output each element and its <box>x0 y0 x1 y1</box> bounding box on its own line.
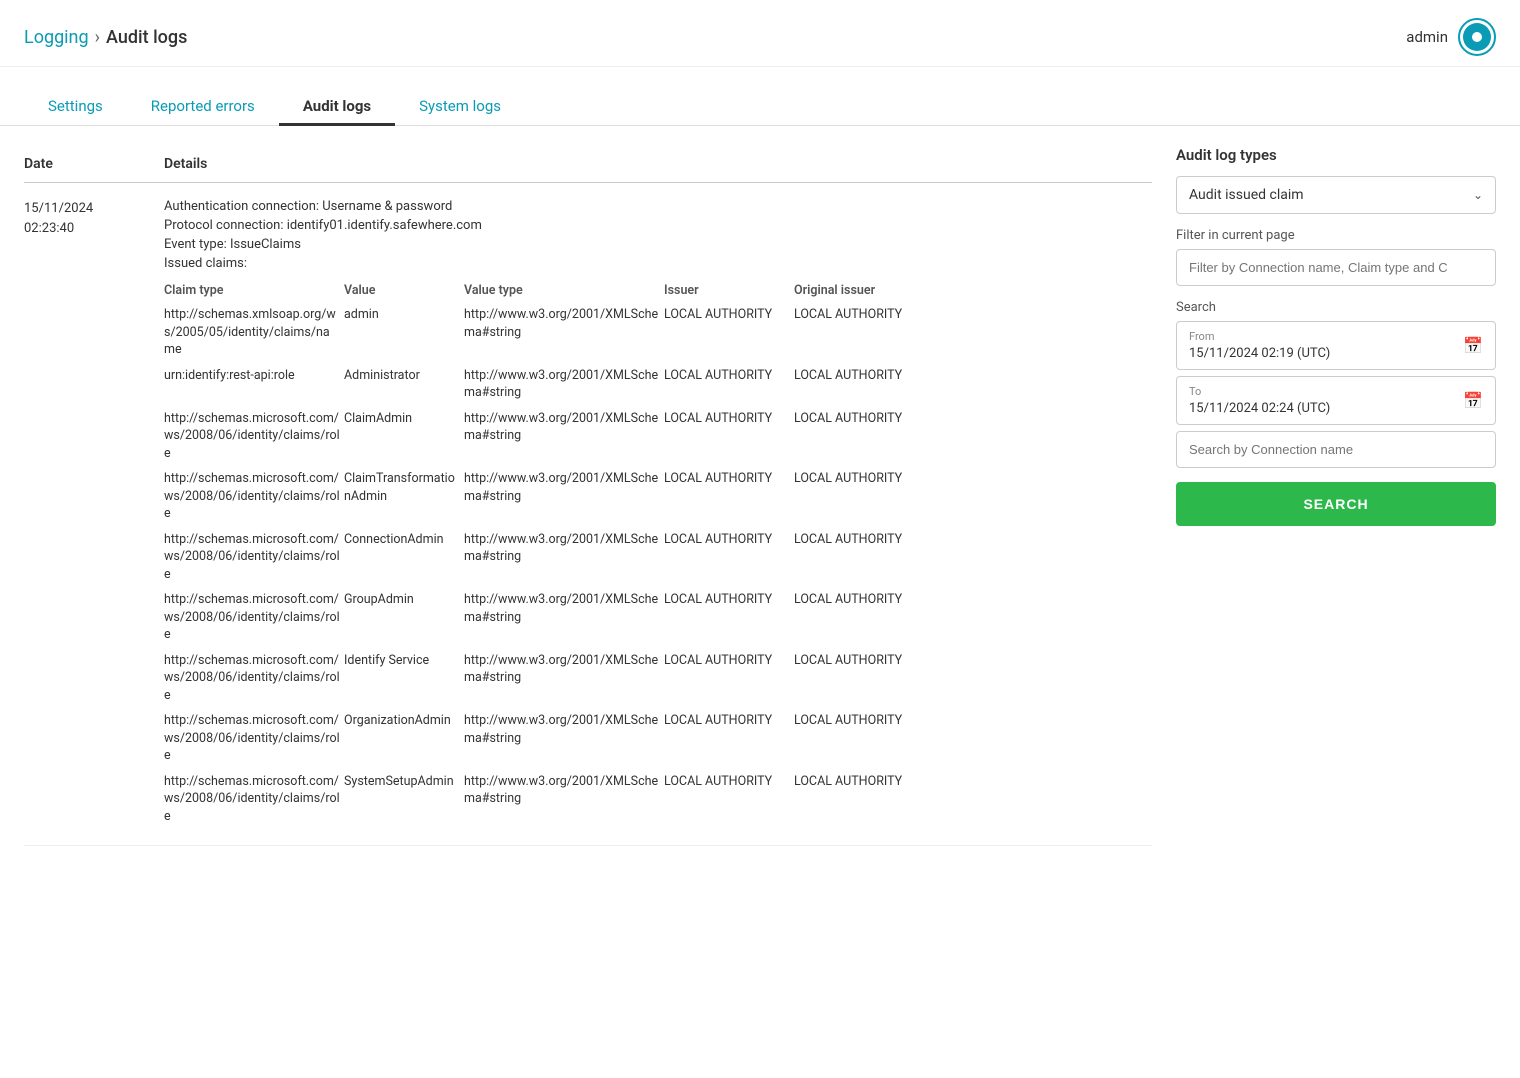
claim-value-7: Identify Service <box>344 648 464 709</box>
log-date: 15/11/202402:23:40 <box>24 199 164 238</box>
claim-type-8: http://schemas.microsoft.com/ws/2008/06/… <box>164 708 344 769</box>
user-name: admin <box>1406 28 1448 46</box>
claim-type-5: http://schemas.microsoft.com/ws/2008/06/… <box>164 527 344 588</box>
claim-type-2: urn:identify:rest-api:role <box>164 363 344 406</box>
protocol-connection: Protocol connection: identify01.identify… <box>164 218 1152 233</box>
tab-settings[interactable]: Settings <box>24 87 127 125</box>
breadcrumb-current: Audit logs <box>106 27 187 48</box>
from-date-content: From 15/11/2024 02:19 (UTC) <box>1189 330 1330 361</box>
calendar-icon-to[interactable]: 📅 <box>1463 391 1483 410</box>
dropdown-value: Audit issued claim <box>1189 187 1304 203</box>
tab-audit-logs[interactable]: Audit logs <box>279 87 395 125</box>
issued-claims-table: Claim type Value Value type Issuer Origi… <box>164 279 1152 829</box>
claim-type-6: http://schemas.microsoft.com/ws/2008/06/… <box>164 587 344 648</box>
log-entry: 15/11/202402:23:40 Authentication connec… <box>24 183 1152 846</box>
claim-issuer-8: LOCAL AUTHORITY <box>664 708 794 769</box>
claim-orig-issuer-9: LOCAL AUTHORITY <box>794 769 944 830</box>
to-date-content: To 15/11/2024 02:24 (UTC) <box>1189 385 1330 416</box>
tab-reported-errors[interactable]: Reported errors <box>127 87 279 125</box>
claim-value-type-9: http://www.w3.org/2001/XMLSchema#string <box>464 769 664 830</box>
claim-orig-issuer-3: LOCAL AUTHORITY <box>794 406 944 467</box>
search-button[interactable]: SEARCH <box>1176 482 1496 526</box>
log-details: Authentication connection: Username & pa… <box>164 199 1152 829</box>
event-type: Event type: IssueClaims <box>164 237 1152 252</box>
calendar-icon-from[interactable]: 📅 <box>1463 336 1483 355</box>
main-content: Date Details 15/11/202402:23:40 Authenti… <box>0 126 1520 866</box>
claim-issuer-2: LOCAL AUTHORITY <box>664 363 794 406</box>
header: Logging › Audit logs admin <box>0 0 1520 67</box>
claim-type-3: http://schemas.microsoft.com/ws/2008/06/… <box>164 406 344 467</box>
claim-issuer-3: LOCAL AUTHORITY <box>664 406 794 467</box>
avatar[interactable] <box>1458 18 1496 56</box>
claim-value-5: ConnectionAdmin <box>344 527 464 588</box>
claim-orig-issuer-1: LOCAL AUTHORITY <box>794 302 944 363</box>
claim-value-6: GroupAdmin <box>344 587 464 648</box>
claim-type-4: http://schemas.microsoft.com/ws/2008/06/… <box>164 466 344 527</box>
from-label: From <box>1189 330 1330 343</box>
claim-type-9: http://schemas.microsoft.com/ws/2008/06/… <box>164 769 344 830</box>
breadcrumb-separator: › <box>95 27 100 48</box>
claim-value-type-5: http://www.w3.org/2001/XMLSchema#string <box>464 527 664 588</box>
to-date-field[interactable]: To 15/11/2024 02:24 (UTC) 📅 <box>1176 376 1496 425</box>
claim-orig-issuer-4: LOCAL AUTHORITY <box>794 466 944 527</box>
claim-col-issuer: Issuer <box>664 279 794 302</box>
claim-type-1: http://schemas.xmlsoap.org/ws/2005/05/id… <box>164 302 344 363</box>
sidebar: Audit log types Audit issued claim ⌄ Fil… <box>1176 146 1496 846</box>
claim-issuer-5: LOCAL AUTHORITY <box>664 527 794 588</box>
audit-log-types-title: Audit log types <box>1176 146 1496 164</box>
connection-search-input[interactable] <box>1176 431 1496 468</box>
claim-issuer-6: LOCAL AUTHORITY <box>664 587 794 648</box>
claim-issuer-1: LOCAL AUTHORITY <box>664 302 794 363</box>
claim-orig-issuer-7: LOCAL AUTHORITY <box>794 648 944 709</box>
audit-log-content: Date Details 15/11/202402:23:40 Authenti… <box>24 146 1152 846</box>
filter-label: Filter in current page <box>1176 228 1496 243</box>
claim-type-7: http://schemas.microsoft.com/ws/2008/06/… <box>164 648 344 709</box>
claim-orig-issuer-8: LOCAL AUTHORITY <box>794 708 944 769</box>
auth-connection: Authentication connection: Username & pa… <box>164 199 1152 214</box>
col-date: Date <box>24 156 164 172</box>
col-details: Details <box>164 156 1152 172</box>
claim-issuer-9: LOCAL AUTHORITY <box>664 769 794 830</box>
claim-col-type: Claim type <box>164 279 344 302</box>
search-label: Search <box>1176 300 1496 315</box>
claim-value-4: ClaimTransformationAdmin <box>344 466 464 527</box>
tab-system-logs[interactable]: System logs <box>395 87 525 125</box>
claim-col-original-issuer: Original issuer <box>794 279 944 302</box>
claim-issuer-7: LOCAL AUTHORITY <box>664 648 794 709</box>
to-date-value: 15/11/2024 02:24 (UTC) <box>1189 401 1330 416</box>
from-date-value: 15/11/2024 02:19 (UTC) <box>1189 346 1330 361</box>
claim-value-3: ClaimAdmin <box>344 406 464 467</box>
claim-orig-issuer-6: LOCAL AUTHORITY <box>794 587 944 648</box>
issued-claims-label: Issued claims: <box>164 256 1152 271</box>
claim-value-type-2: http://www.w3.org/2001/XMLSchema#string <box>464 363 664 406</box>
claim-value-8: OrganizationAdmin <box>344 708 464 769</box>
breadcrumb-logging-link[interactable]: Logging <box>24 27 89 48</box>
tabs-bar: Settings Reported errors Audit logs Syst… <box>0 67 1520 126</box>
claim-value-1: admin <box>344 302 464 363</box>
claim-value-type-3: http://www.w3.org/2001/XMLSchema#string <box>464 406 664 467</box>
claim-value-9: SystemSetupAdmin <box>344 769 464 830</box>
claim-value-type-1: http://www.w3.org/2001/XMLSchema#string <box>464 302 664 363</box>
claim-orig-issuer-2: LOCAL AUTHORITY <box>794 363 944 406</box>
filter-input[interactable] <box>1176 249 1496 286</box>
claim-orig-issuer-5: LOCAL AUTHORITY <box>794 527 944 588</box>
audit-log-type-dropdown[interactable]: Audit issued claim ⌄ <box>1176 176 1496 214</box>
claim-col-value: Value <box>344 279 464 302</box>
breadcrumb: Logging › Audit logs <box>24 27 187 48</box>
claim-value-2: Administrator <box>344 363 464 406</box>
claim-col-value-type: Value type <box>464 279 664 302</box>
table-header: Date Details <box>24 146 1152 183</box>
chevron-down-icon: ⌄ <box>1473 188 1483 202</box>
to-label: To <box>1189 385 1330 398</box>
claim-value-type-4: http://www.w3.org/2001/XMLSchema#string <box>464 466 664 527</box>
claim-issuer-4: LOCAL AUTHORITY <box>664 466 794 527</box>
avatar-inner <box>1463 23 1491 51</box>
claim-value-type-8: http://www.w3.org/2001/XMLSchema#string <box>464 708 664 769</box>
claim-value-type-7: http://www.w3.org/2001/XMLSchema#string <box>464 648 664 709</box>
claim-value-type-6: http://www.w3.org/2001/XMLSchema#string <box>464 587 664 648</box>
from-date-field[interactable]: From 15/11/2024 02:19 (UTC) 📅 <box>1176 321 1496 370</box>
user-section: admin <box>1406 18 1496 56</box>
